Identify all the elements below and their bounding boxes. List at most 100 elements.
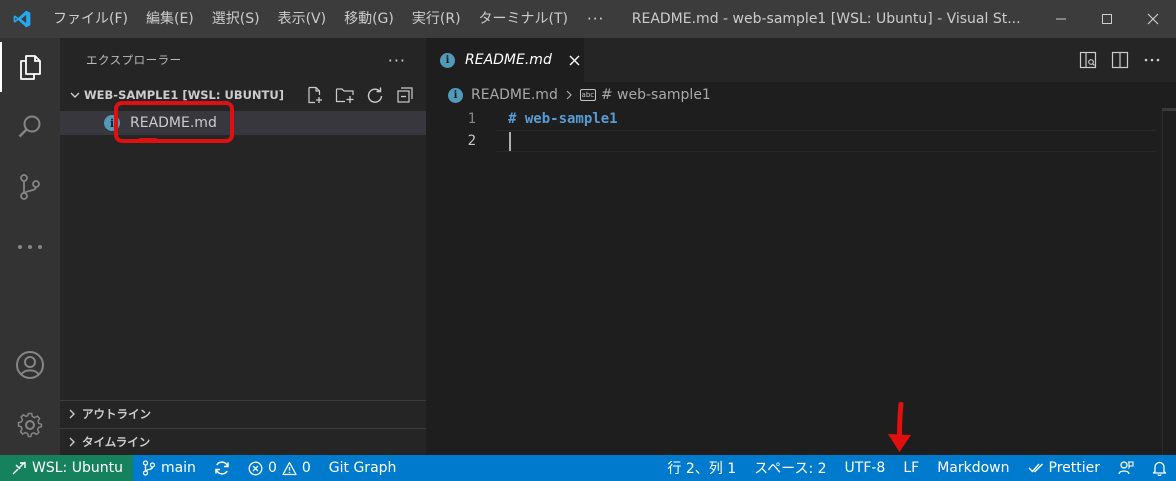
text-cursor	[509, 132, 511, 151]
code-line: 1 # web-sample1	[426, 108, 1176, 130]
vertical-scrollbar[interactable]	[1162, 108, 1176, 455]
close-icon	[1147, 13, 1159, 25]
explorer-button[interactable]	[0, 42, 60, 92]
git-graph-button[interactable]: Git Graph	[320, 455, 406, 481]
menu-go[interactable]: 移動(G)	[335, 0, 403, 38]
menu-bar: ファイル(F) 編集(E) 選択(S) 表示(V) 移動(G) 実行(R) ター…	[44, 0, 614, 38]
line-number: 2	[467, 133, 476, 149]
encoding-label: UTF-8	[844, 460, 886, 476]
explorer-sidebar: エクスプローラー ··· WEB-SAMPLE1 [WSL: UBUNTU] i…	[60, 38, 426, 455]
remote-icon	[12, 461, 26, 475]
warning-count: 0	[301, 460, 311, 476]
search-icon	[18, 115, 41, 138]
indentation-selector[interactable]: スペース: 2	[745, 455, 835, 481]
sidebar-title: エクスプローラー	[86, 53, 182, 67]
menu-view[interactable]: 表示(V)	[269, 0, 336, 38]
prettier-status[interactable]: Prettier	[1019, 455, 1110, 481]
new-file-icon[interactable]	[302, 84, 328, 106]
source-control-button[interactable]	[0, 162, 60, 212]
editor-actions	[1074, 38, 1166, 82]
refresh-icon[interactable]	[362, 84, 388, 106]
active-indicator	[0, 42, 2, 92]
language-label: Markdown	[937, 460, 1010, 476]
minimize-button[interactable]	[1038, 0, 1084, 38]
menu-run[interactable]: 実行(R)	[403, 0, 470, 38]
files-icon	[20, 55, 41, 80]
feedback-button[interactable]	[1109, 455, 1143, 481]
editor-tabs: i README.md	[426, 38, 1176, 82]
editor-area: i README.md i README.md abc # web-sample…	[426, 38, 1176, 455]
sidebar-more-button[interactable]: ···	[388, 51, 406, 70]
manage-button[interactable]	[0, 400, 60, 450]
outline-section-header[interactable]: アウトライン	[60, 400, 426, 427]
minimize-icon	[1056, 18, 1066, 20]
prettier-label: Prettier	[1048, 460, 1101, 476]
line-content: # web-sample1	[508, 111, 618, 127]
breadcrumb-symbol[interactable]: # web-sample1	[601, 87, 711, 103]
tab-label: README.md	[465, 52, 552, 68]
ellipsis-icon	[18, 245, 42, 249]
split-editor-icon	[1111, 51, 1129, 69]
outline-section-label: アウトライン	[82, 407, 151, 421]
folder-actions	[302, 84, 426, 106]
menu-file[interactable]: ファイル(F)	[44, 0, 137, 38]
menu-more-button[interactable]: ···	[577, 10, 614, 28]
branch-label: main	[160, 460, 196, 476]
eol-selector[interactable]: LF	[894, 455, 928, 481]
annotation-highlight-box	[114, 101, 234, 143]
info-icon: i	[440, 52, 455, 68]
activity-bar	[0, 38, 60, 455]
code-editor[interactable]: 1 # web-sample1 2	[426, 108, 1176, 152]
sidebar-header: エクスプローラー ···	[60, 38, 426, 82]
more-views-button[interactable]	[0, 222, 60, 272]
chevron-right-icon	[564, 90, 574, 100]
tab-readme[interactable]: i README.md	[426, 38, 584, 82]
info-icon: i	[448, 87, 463, 103]
language-mode-selector[interactable]: Markdown	[928, 455, 1018, 481]
close-window-button[interactable]	[1130, 0, 1176, 38]
encoding-selector[interactable]: UTF-8	[836, 455, 895, 481]
close-icon	[569, 55, 580, 65]
git-graph-label: Git Graph	[328, 460, 397, 476]
annotation-arrow-icon	[888, 402, 911, 452]
preview-icon	[1079, 51, 1097, 69]
more-actions-button[interactable]	[1138, 46, 1166, 74]
accounts-button[interactable]	[0, 340, 60, 390]
menu-selection[interactable]: 選択(S)	[203, 0, 269, 38]
annotation-highlight-tail	[138, 138, 158, 143]
line-number: 1	[467, 111, 476, 127]
remote-indicator[interactable]: WSL: Ubuntu	[0, 455, 133, 481]
branch-indicator[interactable]: main	[133, 455, 205, 481]
cursor-position[interactable]: 行 2、列 1	[658, 455, 745, 481]
open-preview-to-side-button[interactable]	[1074, 46, 1102, 74]
problems-indicator[interactable]: 0 0	[239, 455, 320, 481]
error-icon	[248, 461, 263, 475]
timeline-section-header[interactable]: タイムライン	[60, 428, 426, 455]
scrollbar-cursor-marker	[1162, 108, 1176, 111]
breadcrumb: i README.md abc # web-sample1	[426, 82, 1176, 108]
git-branch-icon	[142, 460, 156, 476]
indentation-label: スペース: 2	[754, 461, 827, 477]
tab-close-button[interactable]	[566, 51, 584, 69]
feedback-icon	[1118, 461, 1134, 475]
menu-edit[interactable]: 編集(E)	[137, 0, 203, 38]
split-editor-button[interactable]	[1106, 46, 1134, 74]
double-check-icon	[1028, 463, 1043, 473]
bell-icon	[1152, 461, 1167, 476]
warning-icon	[282, 461, 297, 475]
search-button[interactable]	[0, 102, 60, 152]
menu-terminal[interactable]: ターミナル(T)	[470, 0, 577, 38]
vscode-logo-icon	[0, 0, 44, 38]
sync-button[interactable]	[205, 455, 239, 481]
chevron-right-icon	[69, 409, 75, 419]
new-folder-icon[interactable]	[332, 84, 358, 106]
chevron-down-icon	[66, 89, 84, 101]
breadcrumb-file[interactable]: README.md	[471, 87, 558, 103]
collapse-all-icon[interactable]	[392, 84, 418, 106]
code-line: 2	[426, 130, 1176, 152]
remote-label: WSL: Ubuntu	[32, 460, 123, 476]
title-bar: ファイル(F) 編集(E) 選択(S) 表示(V) 移動(G) 実行(R) ター…	[0, 0, 1176, 38]
notifications-button[interactable]	[1143, 455, 1176, 481]
maximize-button[interactable]	[1084, 0, 1130, 38]
workspace-folder-name: WEB-SAMPLE1 [WSL: UBUNTU]	[84, 88, 284, 102]
